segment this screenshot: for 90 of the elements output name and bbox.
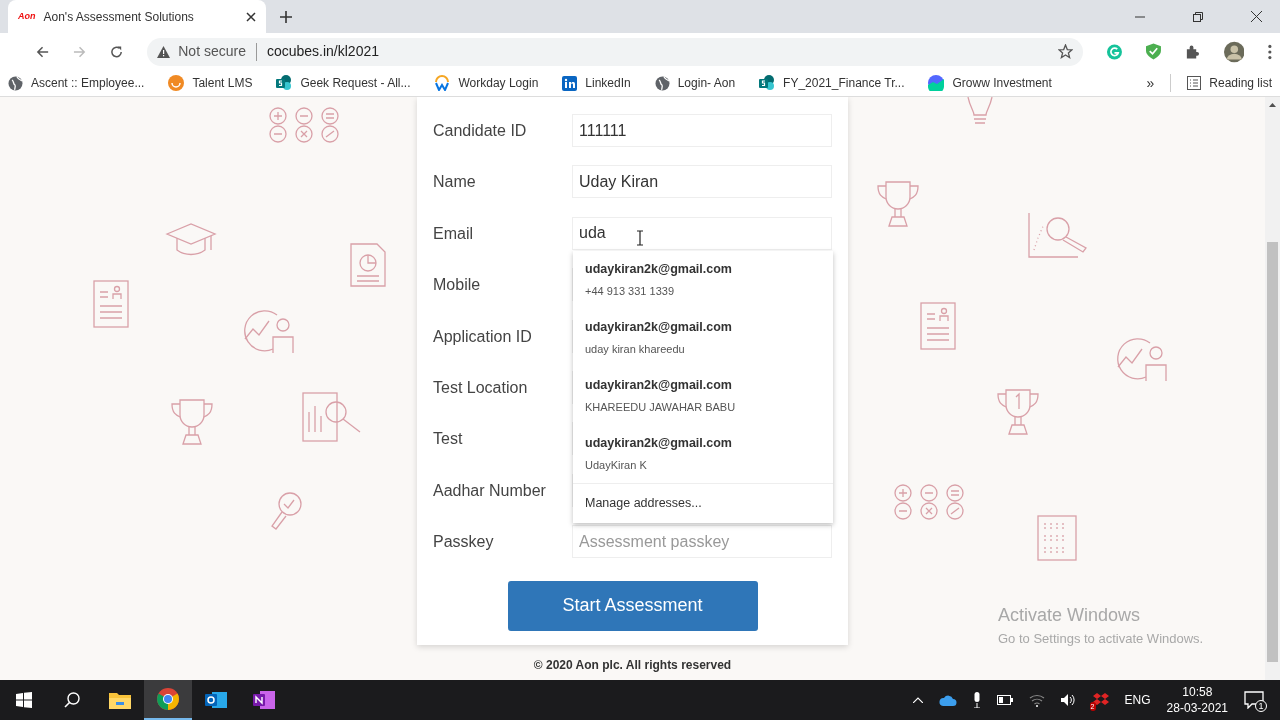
sharepoint-icon (759, 75, 776, 91)
bookmark[interactable]: LinkedIn (562, 74, 631, 92)
puzzle-icon[interactable] (1184, 43, 1200, 60)
sharepoint-icon (276, 75, 293, 91)
new-tab-icon[interactable] (280, 10, 292, 23)
suggestion-email[interactable]: udaykiran2k@gmail.com (585, 318, 821, 338)
battery-icon[interactable] (996, 695, 1013, 705)
chevron-up-icon[interactable] (912, 697, 923, 703)
close-icon[interactable] (246, 11, 256, 22)
reading-list-button[interactable]: Reading list (1170, 74, 1272, 92)
scroll-up-icon[interactable] (1269, 103, 1276, 107)
tab-title: Aon's Assessment Solutions (43, 8, 195, 26)
volume-icon[interactable] (1060, 693, 1077, 707)
suggestion-detail[interactable]: UdayKiran K (585, 457, 821, 474)
url-text: cocubes.in/kl2021 (266, 42, 380, 61)
shield-icon[interactable] (1145, 43, 1161, 60)
chrome-icon[interactable] (157, 688, 179, 710)
folder-icon[interactable] (109, 691, 131, 709)
suggestion-detail[interactable]: KHAREEDU JAWAHAR BABU (585, 399, 821, 416)
menu-icon[interactable] (1268, 43, 1272, 60)
input-field[interactable]: Uday Kiran (572, 165, 832, 199)
linkedin-icon (562, 75, 578, 91)
trophy-icon (996, 389, 1040, 435)
bookmark[interactable]: Ascent :: Employee... (8, 74, 145, 92)
suggestion-email[interactable]: udaykiran2k@gmail.com (585, 434, 821, 454)
activation-title: Activate Windows (998, 604, 1142, 627)
suggestion-detail[interactable]: +44 913 331 1339 (585, 283, 821, 300)
clock[interactable]: 10:58 28-03-2021 (1166, 684, 1228, 716)
star-icon[interactable] (1057, 44, 1073, 59)
document-icon (920, 302, 956, 350)
bookmark[interactable]: Groww Investment (928, 74, 1052, 92)
suggestion-email[interactable]: udaykiran2k@gmail.com (585, 376, 821, 396)
input-field[interactable]: uda (572, 216, 832, 250)
suggestion-detail[interactable]: uday kiran khareedu (585, 341, 821, 358)
field-label: Email (433, 223, 474, 244)
calculator-icon (893, 484, 965, 520)
list-icon (1187, 76, 1202, 90)
pie-chart-document-icon (350, 243, 386, 287)
mail-app-icon[interactable] (205, 690, 227, 710)
field-label: Name (433, 172, 477, 193)
bookmark[interactable]: Workday Login (434, 74, 539, 92)
smile-icon (168, 75, 185, 91)
field-label: Test Location (433, 377, 529, 398)
input-field[interactable]: 111111 (572, 114, 832, 147)
document-icon (93, 280, 129, 328)
avatar-icon[interactable] (1223, 40, 1245, 63)
notification-center-button[interactable]: 1 (1244, 691, 1264, 709)
restore-icon[interactable] (1193, 11, 1203, 22)
graduation-cap-icon (165, 222, 217, 258)
trophy-icon (170, 399, 214, 445)
trophy-icon (876, 181, 920, 227)
cloud-icon[interactable] (938, 694, 957, 706)
manage-addresses-link[interactable]: Manage addresses... (573, 483, 833, 523)
input-field[interactable]: Assessment passkey (572, 525, 832, 559)
field-label: Candidate ID (433, 121, 528, 141)
more-bookmarks-button[interactable]: » (1146, 72, 1155, 94)
start-assessment-button[interactable]: Start Assessment (507, 580, 758, 631)
tab-favicon: Aon (18, 9, 36, 23)
windows-icon[interactable] (16, 692, 32, 708)
bookmark[interactable]: Talent LMS (168, 74, 253, 92)
activation-subtitle: Go to Settings to activate Windows. (998, 630, 1204, 648)
back-arrow-icon[interactable] (36, 44, 50, 59)
scrollbar[interactable] (1265, 97, 1280, 680)
microphone-icon[interactable] (972, 692, 981, 708)
magnifier-bars-icon (302, 392, 362, 442)
warning-icon (157, 45, 171, 58)
forward-arrow-icon (73, 44, 87, 59)
calculator-icon (268, 107, 340, 143)
field-label: Mobile (433, 275, 482, 296)
security-label: Not secure (178, 42, 246, 61)
scrollbar-thumb[interactable] (1267, 242, 1278, 662)
notebook-app-icon[interactable] (253, 690, 275, 710)
field-label: Application ID (433, 326, 533, 347)
field-label: Aadhar Number (433, 480, 547, 501)
workday-icon (434, 75, 451, 91)
bookmark[interactable]: Geek Request - All... (276, 74, 411, 92)
field-label: Passkey (433, 532, 495, 553)
address-bar[interactable]: Not secure cocubes.in/kl2021 (147, 37, 1083, 66)
bookmark[interactable]: FY_2021_Finance Tr... (759, 74, 905, 92)
search-icon[interactable] (64, 692, 80, 708)
language-indicator[interactable]: ENG (1124, 691, 1151, 709)
bookmark[interactable]: Login- Aon (654, 74, 736, 92)
browser-tab[interactable]: Aon Aon's Assessment Solutions (8, 0, 266, 33)
wave-logo-icon (928, 75, 945, 91)
copyright-text: © 2020 Aon plc. All rights reserved (533, 656, 732, 674)
close-icon[interactable] (1251, 11, 1262, 22)
suggestion-email[interactable]: udaykiran2k@gmail.com (585, 260, 821, 280)
reload-icon[interactable] (110, 44, 124, 59)
wifi-icon[interactable] (1028, 693, 1045, 707)
field-label: Test (433, 429, 464, 450)
